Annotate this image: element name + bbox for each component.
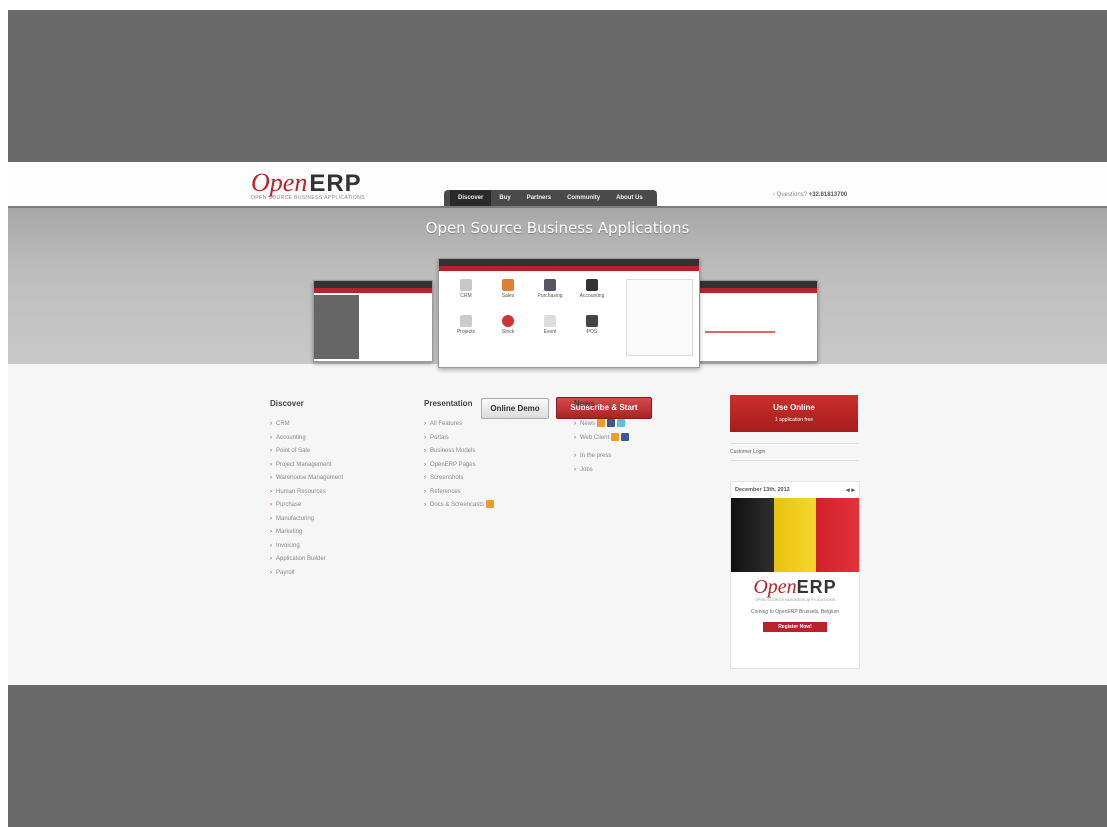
event-nav-arrows-icon[interactable]: ◂ ▸ (846, 486, 855, 494)
rss-icon[interactable] (597, 419, 606, 428)
presentation-link[interactable]: OpenERP Pages (424, 459, 494, 473)
nav-buy[interactable]: Buy (491, 190, 518, 206)
discover-link[interactable]: Warehouse Management (270, 472, 343, 486)
news-link[interactable]: Jobs (574, 464, 629, 478)
register-now-button[interactable]: Register Now! (763, 622, 827, 632)
phone-info: › Questions? +32.81813700 (773, 192, 848, 198)
customer-login-link[interactable]: Customer Login (730, 443, 858, 461)
event-date: December 13th, 2012 ◂ ▸ (735, 486, 855, 494)
main-nav: Discover Buy Partners Community About Us (444, 190, 657, 206)
discover-link[interactable]: Application Builder (270, 553, 343, 567)
app-pos: POS (573, 313, 611, 345)
crm-icon (460, 279, 472, 291)
discover-link[interactable]: Payroll (270, 567, 343, 581)
news-link[interactable]: In the press (574, 450, 629, 464)
presentation-link[interactable]: References (424, 486, 494, 500)
discover-link[interactable]: Manufacturing (270, 513, 343, 527)
projects-icon (460, 315, 472, 327)
hero-banner: Open Source Business Applications CRM Sa… (8, 208, 1107, 419)
presentation-column: Presentation All Features Portals Busine… (424, 399, 495, 513)
twitter-icon[interactable] (617, 419, 626, 428)
sales-chart-icon (502, 279, 514, 291)
presentation-link[interactable]: Portals (424, 432, 494, 446)
screenshot-right (698, 280, 818, 362)
event-icon (544, 315, 556, 327)
nav-partners[interactable]: Partners (519, 190, 559, 206)
discover-heading: Discover (270, 399, 304, 408)
nav-about-us[interactable]: About Us (608, 190, 651, 206)
discover-link[interactable]: CRM (270, 418, 343, 432)
phone-number: +32.81813700 (808, 192, 848, 198)
presentation-link[interactable]: All Features (424, 418, 494, 432)
discover-link[interactable]: Project Management (270, 459, 343, 473)
facebook-icon[interactable] (621, 432, 630, 441)
event-description: Coming to OpenERP Brussels, Belgium (750, 609, 839, 615)
logo-erp-text: ERP (309, 170, 362, 197)
website: OpenERP OPEN SOURCE BUSINESS APPLICATION… (8, 162, 1107, 685)
event-openerp-logo: OpenERP OPEN SOURCE BUSINESS APPLICATION… (753, 576, 837, 602)
discover-link[interactable]: Invoicing (270, 540, 343, 554)
discover-link[interactable]: Accounting (270, 432, 343, 446)
screenshot-main: CRM Sales Purchasing Accounting Projects… (438, 258, 700, 368)
screenshot-left (313, 280, 433, 362)
news-link[interactable]: Web Client (574, 432, 630, 446)
news-column: News News Web Client In the press Jobs (574, 399, 630, 478)
news-link[interactable]: News (574, 418, 629, 432)
app-sales: Sales (489, 277, 527, 309)
rss-icon[interactable] (486, 500, 495, 509)
discover-link[interactable]: Point of Sale (270, 445, 343, 459)
presentation-link[interactable]: Docs & Screencasts (424, 499, 495, 513)
openerp-logo[interactable]: OpenERP OPEN SOURCE BUSINESS APPLICATION… (251, 168, 365, 201)
screenshot-side-panel (626, 279, 693, 356)
app-stock: Stock (489, 313, 527, 345)
phone-label: Questions? (776, 192, 808, 198)
app-event: Event (531, 313, 569, 345)
purchasing-icon (544, 279, 556, 291)
site-header: OpenERP OPEN SOURCE BUSINESS APPLICATION… (8, 162, 1107, 208)
logo-tagline: OPEN SOURCE BUSINESS APPLICATIONS (251, 195, 365, 201)
discover-column: Discover CRM Accounting Point of Sale Pr… (270, 399, 343, 580)
presentation-link[interactable]: Screenshots (424, 472, 494, 486)
belgium-flag-image (731, 498, 860, 572)
presentation-link[interactable]: Business Models (424, 445, 494, 459)
discover-link[interactable]: Human Resources (270, 486, 343, 500)
presentation-heading: Presentation (424, 399, 473, 408)
app-crm: CRM (447, 277, 485, 309)
app-accounting: Accounting (573, 277, 611, 309)
hero-title: Open Source Business Applications (425, 219, 690, 237)
nav-discover[interactable]: Discover (450, 190, 492, 206)
nav-community[interactable]: Community (559, 190, 608, 206)
facebook-icon[interactable] (607, 419, 616, 428)
pos-icon (586, 315, 598, 327)
logo-open-text: Open (251, 168, 308, 197)
stock-pie-icon (502, 315, 514, 327)
app-projects: Projects (447, 313, 485, 345)
app-purchasing: Purchasing (531, 277, 569, 309)
discover-link[interactable]: Marketing (270, 526, 343, 540)
rss-icon[interactable] (611, 432, 620, 441)
event-box: December 13th, 2012 ◂ ▸ OpenERP OPEN SOUR… (730, 481, 860, 669)
accounting-icon (586, 279, 598, 291)
use-online-title: Use Online (773, 403, 815, 412)
use-online-button[interactable]: Use Online 1 application free (730, 395, 858, 432)
discover-link[interactable]: Purchase (270, 499, 343, 513)
use-online-subtitle: 1 application free (774, 417, 814, 423)
news-heading: News (574, 399, 595, 408)
